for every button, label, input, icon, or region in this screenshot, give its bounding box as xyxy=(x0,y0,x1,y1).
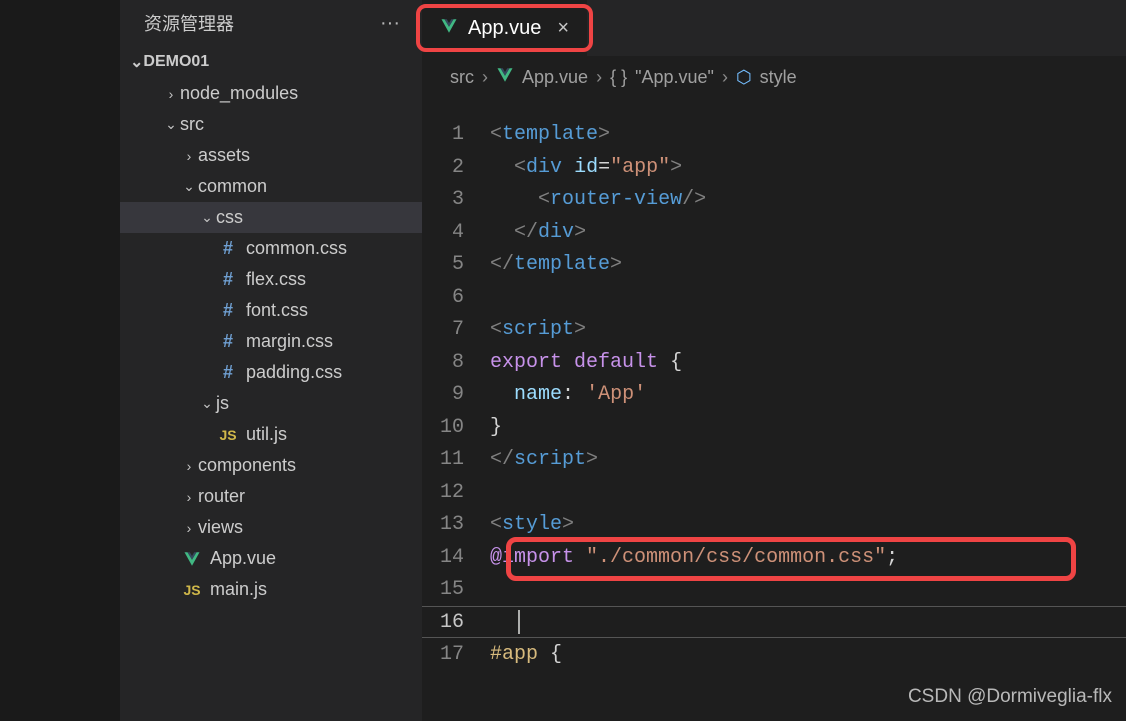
tree-label: node_modules xyxy=(180,83,298,104)
watermark: CSDN @Dormiveglia-flx xyxy=(908,681,1112,714)
line-number: 5 xyxy=(440,249,464,282)
vue-icon xyxy=(496,66,514,89)
chevron-down-icon: ⌄ xyxy=(180,178,198,195)
line-number: 4 xyxy=(440,217,464,250)
chevron-down-icon: ⌄ xyxy=(198,209,216,226)
tree-label: css xyxy=(216,207,243,228)
chevron-down-icon: ⌄ xyxy=(162,116,180,133)
package-icon: ⬡ xyxy=(736,67,752,88)
breadcrumb-item[interactable]: src xyxy=(450,67,474,88)
code-editor[interactable]: 1 2 3 4 5 6 7 8 9 10 11 12 13 14 15 16 1… xyxy=(422,99,1126,721)
tree-label: src xyxy=(180,114,204,135)
line-number: 13 xyxy=(440,509,464,542)
css-icon: # xyxy=(216,269,240,290)
tree-folder[interactable]: ›assets xyxy=(120,140,422,171)
line-number: 12 xyxy=(440,477,464,510)
tree-label: main.js xyxy=(210,579,267,600)
line-number: 9 xyxy=(440,379,464,412)
tree-label: assets xyxy=(198,145,250,166)
tree-file[interactable]: App.vue xyxy=(120,543,422,574)
tree-label: font.css xyxy=(246,300,308,321)
cursor xyxy=(518,610,520,634)
tree-label: App.vue xyxy=(210,548,276,569)
line-number: 14 xyxy=(440,542,464,575)
tree-file[interactable]: # font.css xyxy=(120,295,422,326)
tree-label: margin.css xyxy=(246,331,333,352)
tree-file[interactable]: # flex.css xyxy=(120,264,422,295)
tree-file[interactable]: # margin.css xyxy=(120,326,422,357)
css-icon: # xyxy=(216,362,240,383)
chevron-right-icon: › xyxy=(180,458,198,474)
project-name: DEMO01 xyxy=(143,53,209,71)
line-number: 3 xyxy=(440,184,464,217)
css-icon: # xyxy=(216,238,240,259)
tree-label: padding.css xyxy=(246,362,342,383)
explorer-sidebar: 资源管理器 ··· ⌄ DEMO01 ›node_modules ⌄src ›a… xyxy=(120,0,422,721)
tab-label: App.vue xyxy=(468,17,541,40)
js-icon: JS xyxy=(180,582,204,598)
tree-label: util.js xyxy=(246,424,287,445)
chevron-right-icon: › xyxy=(180,148,198,164)
tree-label: js xyxy=(216,393,229,414)
explorer-header: 资源管理器 ··· xyxy=(120,0,422,46)
more-icon[interactable]: ··· xyxy=(380,12,406,35)
line-number: 6 xyxy=(440,282,464,315)
explorer-title: 资源管理器 xyxy=(144,10,234,36)
active-line-indicator xyxy=(422,606,1126,638)
css-icon: # xyxy=(216,331,240,352)
tree-folder[interactable]: ⌄common xyxy=(120,171,422,202)
chevron-right-icon: › xyxy=(722,67,728,88)
css-icon: # xyxy=(216,300,240,321)
line-number: 10 xyxy=(440,412,464,445)
chevron-down-icon: ⌄ xyxy=(198,395,216,412)
tree-label: common.css xyxy=(246,238,347,259)
breadcrumb-item[interactable]: App.vue xyxy=(522,67,588,88)
breadcrumb-item[interactable]: "App.vue" xyxy=(635,67,714,88)
tree-folder[interactable]: ›node_modules xyxy=(120,78,422,109)
line-number: 1 xyxy=(440,119,464,152)
line-number: 7 xyxy=(440,314,464,347)
chevron-right-icon: › xyxy=(596,67,602,88)
tree-folder[interactable]: ›components xyxy=(120,450,422,481)
activity-bar-gap xyxy=(0,0,120,721)
line-number: 8 xyxy=(440,347,464,380)
chevron-right-icon: › xyxy=(180,489,198,505)
breadcrumb-item[interactable]: style xyxy=(760,67,797,88)
tree-folder[interactable]: ›router xyxy=(120,481,422,512)
tree-file[interactable]: # padding.css xyxy=(120,357,422,388)
js-icon: JS xyxy=(216,427,240,443)
file-tree: ›node_modules ⌄src ›assets ⌄common ⌄css … xyxy=(120,78,422,721)
tabs-bar: App.vue × xyxy=(422,0,1126,56)
braces-icon: { } xyxy=(610,67,627,88)
chevron-right-icon: › xyxy=(482,67,488,88)
tree-folder[interactable]: ⌄src xyxy=(120,109,422,140)
tree-label: common xyxy=(198,176,267,197)
tree-file[interactable]: JS main.js xyxy=(120,574,422,605)
tree-label: views xyxy=(198,517,243,538)
chevron-down-icon: ⌄ xyxy=(130,52,143,72)
chevron-right-icon: › xyxy=(180,520,198,536)
tree-folder[interactable]: ⌄js xyxy=(120,388,422,419)
vue-icon xyxy=(180,550,204,568)
vue-icon xyxy=(440,17,458,40)
tree-file[interactable]: # common.css xyxy=(120,233,422,264)
chevron-right-icon: › xyxy=(162,86,180,102)
breadcrumbs[interactable]: src › App.vue › { } "App.vue" › ⬡ style xyxy=(422,56,1126,99)
tree-folder[interactable]: ›views xyxy=(120,512,422,543)
tree-label: router xyxy=(198,486,245,507)
editor-area: App.vue × src › App.vue › { } "App.vue" … xyxy=(422,0,1126,721)
close-icon[interactable]: × xyxy=(557,17,569,40)
tab-app-vue[interactable]: App.vue × xyxy=(422,0,587,56)
line-number: 15 xyxy=(440,574,464,607)
line-number: 17 xyxy=(440,639,464,672)
line-number: 2 xyxy=(440,152,464,185)
tree-file[interactable]: JS util.js xyxy=(120,419,422,450)
tree-folder[interactable]: ⌄css xyxy=(120,202,422,233)
line-number: 11 xyxy=(440,444,464,477)
tree-label: flex.css xyxy=(246,269,306,290)
project-header[interactable]: ⌄ DEMO01 xyxy=(120,46,422,78)
tree-label: components xyxy=(198,455,296,476)
